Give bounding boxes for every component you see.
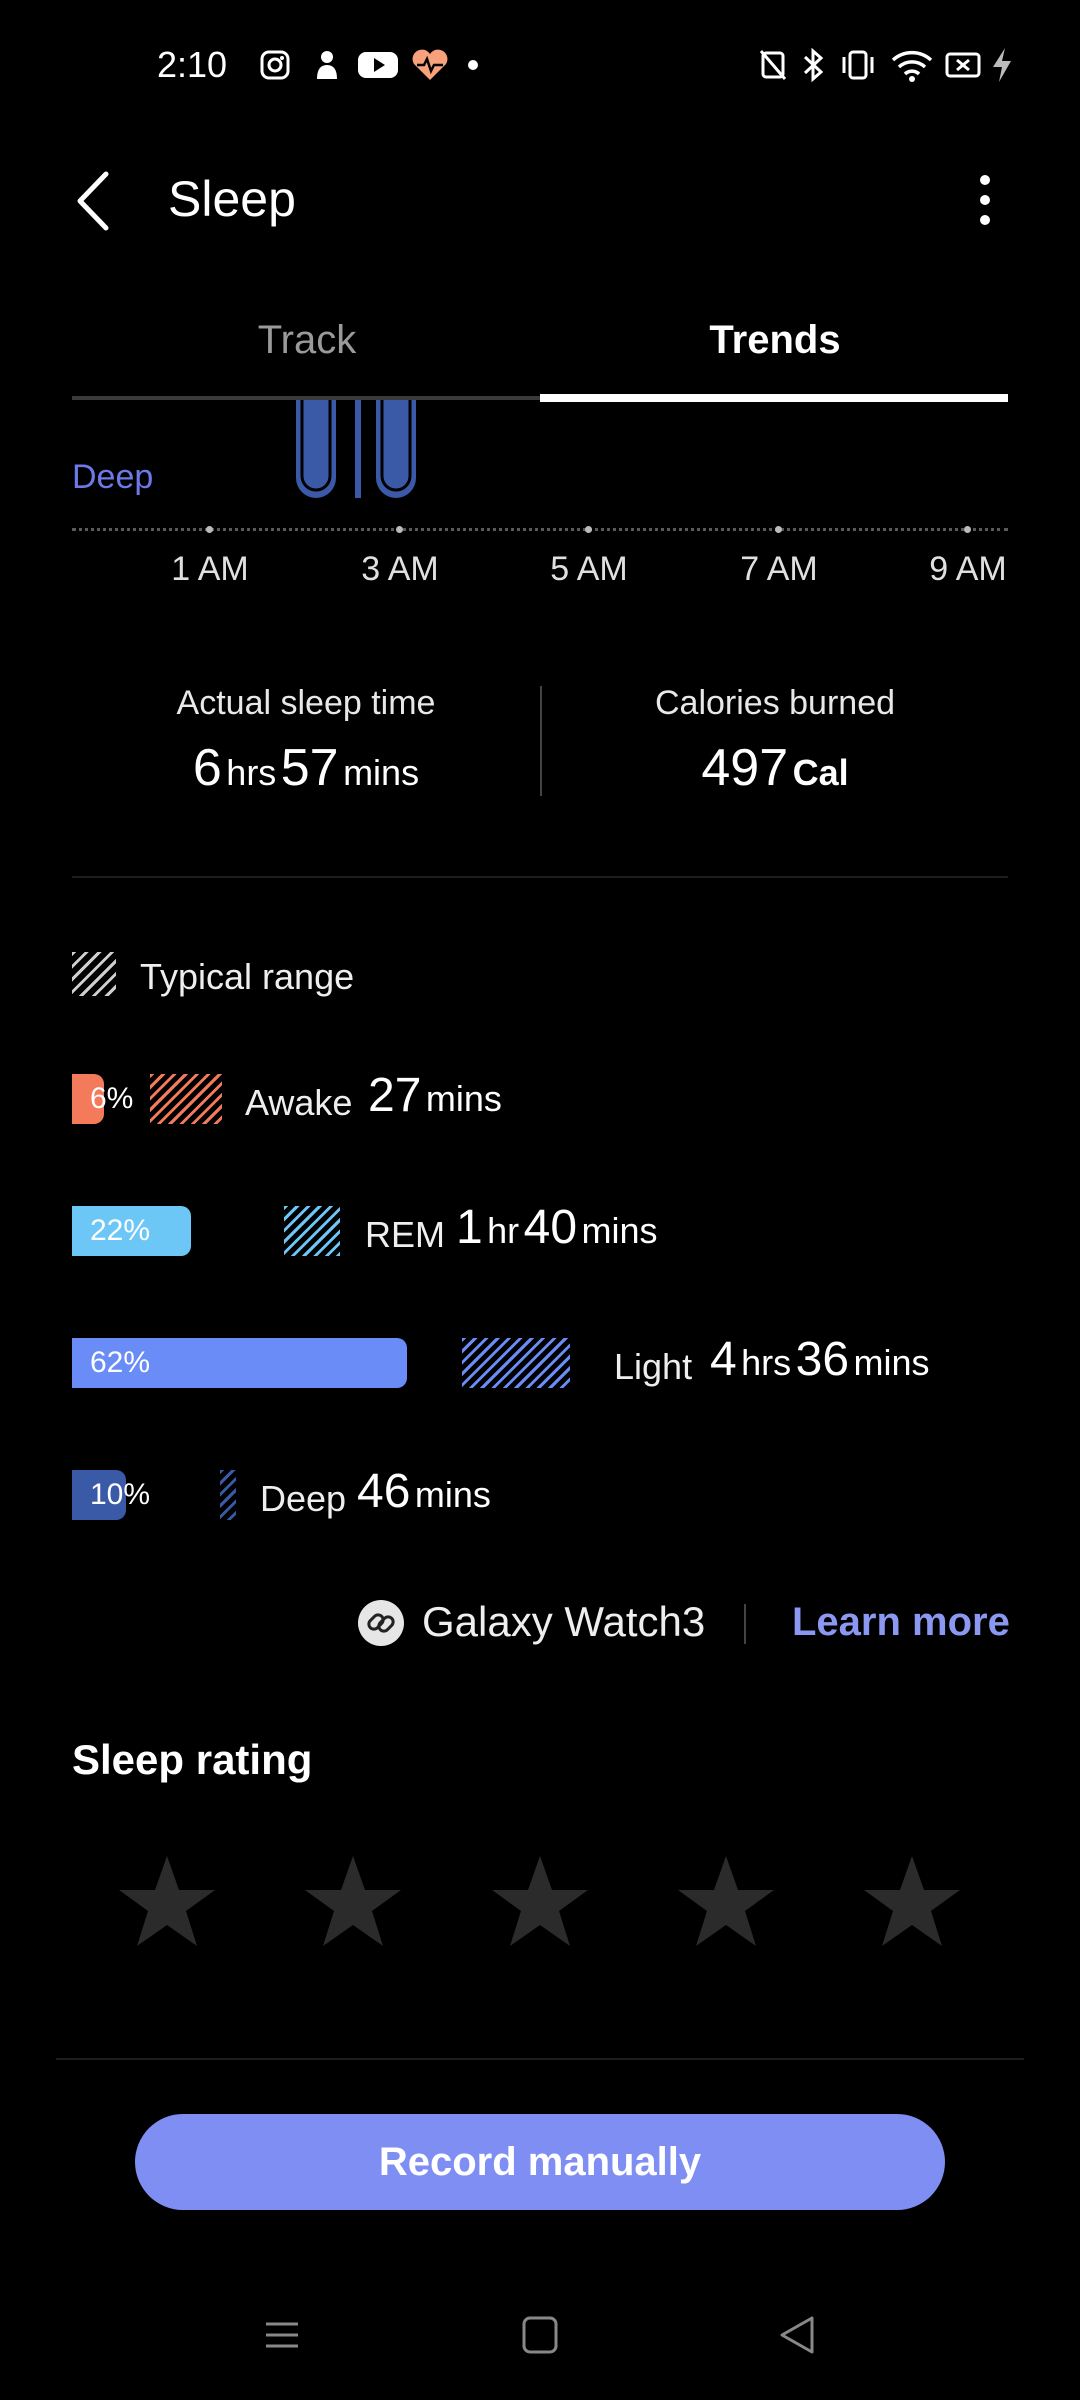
duration-unit: hrs (741, 1342, 792, 1383)
duration-number: 1 (456, 1201, 483, 1254)
bottom-divider (56, 2058, 1024, 2060)
chart-deep-label: Deep (72, 458, 154, 496)
stage-duration: 4 hrs 36 mins (710, 1332, 929, 1387)
minutes-unit: mins (343, 752, 420, 793)
calories-label: Calories burned (654, 684, 896, 722)
section-divider (72, 876, 1008, 878)
wifi-icon (890, 48, 934, 82)
tick-dot (585, 526, 592, 533)
sleep-time-value: 6 hrs 57 mins (76, 738, 536, 798)
tab-selected-indicator (540, 394, 1008, 402)
stage-percent: 10% (90, 1478, 151, 1511)
status-time: 2:10 (157, 44, 228, 85)
stage-duration: 46 mins (357, 1464, 491, 1519)
tab-trends[interactable]: Trends (540, 318, 1010, 363)
tick-dot (964, 526, 971, 533)
duration-number: 40 (523, 1201, 578, 1254)
stage-percent: 22% (90, 1214, 151, 1247)
typical-range-hatch (284, 1206, 340, 1256)
stage-name: REM (365, 1214, 445, 1255)
duration-unit: mins (425, 1078, 502, 1119)
calories-number: 497 (701, 739, 789, 797)
typical-range-hatch (220, 1470, 236, 1520)
battery-saver-icon (944, 48, 982, 82)
deep-sleep-segments (296, 400, 416, 498)
duration-unit: mins (414, 1474, 491, 1515)
sleep-rating-title: Sleep rating (72, 1736, 313, 1783)
bluetooth-icon (798, 48, 828, 82)
stage-name: Awake (245, 1082, 353, 1123)
page-title: Sleep (168, 171, 296, 227)
typical-range-swatch (72, 952, 116, 996)
home-icon[interactable] (510, 2310, 570, 2360)
typical-range-label: Typical range (140, 956, 355, 997)
vibrate-icon (838, 48, 878, 82)
star-icon[interactable] (303, 1852, 403, 1952)
dot-icon (465, 48, 481, 82)
back-icon[interactable] (768, 2310, 828, 2360)
duration-number: 27 (368, 1069, 422, 1122)
youtube-icon (358, 48, 398, 82)
duration-unit: mins (581, 1210, 658, 1251)
tick-label: 1 AM (171, 550, 249, 588)
typical-range-hatch (462, 1338, 570, 1388)
tick-dot (396, 526, 403, 533)
star-icon[interactable] (117, 1852, 217, 1952)
calories-unit: Cal (792, 752, 849, 793)
health-icon (410, 48, 450, 82)
stage-name: Light (614, 1346, 693, 1387)
star-icon[interactable] (862, 1852, 962, 1952)
duration-number: 4 (710, 1333, 737, 1386)
device-name: Galaxy Watch3 (422, 1598, 706, 1645)
tick-label: 3 AM (361, 550, 439, 588)
stage-duration: 1 hr 40 mins (456, 1200, 657, 1255)
nfc-icon (758, 48, 788, 82)
stage-percent: 6% (90, 1082, 134, 1115)
stage-percent: 62% (90, 1346, 151, 1379)
tick-dot (775, 526, 782, 533)
stage-duration: 27 mins (368, 1068, 502, 1123)
calories-value: 497 Cal (545, 738, 1005, 798)
sleep-minutes: 57 (280, 739, 339, 797)
star-icon[interactable] (490, 1852, 590, 1952)
more-options-button[interactable] (960, 170, 1010, 230)
hours-unit: hrs (226, 752, 277, 793)
tick-dot (206, 526, 213, 533)
duration-unit: mins (853, 1342, 930, 1383)
charging-icon (990, 48, 1014, 82)
duration-number: 46 (357, 1465, 411, 1518)
tick-label: 5 AM (550, 550, 628, 588)
link-icon (358, 1600, 404, 1646)
instagram-icon (258, 48, 292, 82)
star-icon[interactable] (676, 1852, 776, 1952)
record-manually-button[interactable]: Record manually (135, 2114, 945, 2210)
tab-track[interactable]: Track (72, 318, 542, 363)
app-icon (310, 48, 344, 82)
duration-unit: hr (487, 1210, 520, 1251)
typical-range-hatch (150, 1074, 222, 1124)
menu-icon[interactable] (252, 2310, 312, 2360)
summary-divider (540, 686, 542, 796)
duration-number: 36 (795, 1333, 850, 1386)
device-divider (744, 1604, 746, 1644)
sleep-time-label: Actual sleep time (176, 684, 436, 722)
learn-more-link[interactable]: Learn more (792, 1600, 1010, 1645)
tick-label: 7 AM (740, 550, 818, 588)
back-button[interactable] (70, 166, 120, 236)
tick-label: 9 AM (929, 550, 1007, 588)
stage-name: Deep (260, 1478, 347, 1519)
sleep-hours: 6 (192, 739, 222, 797)
